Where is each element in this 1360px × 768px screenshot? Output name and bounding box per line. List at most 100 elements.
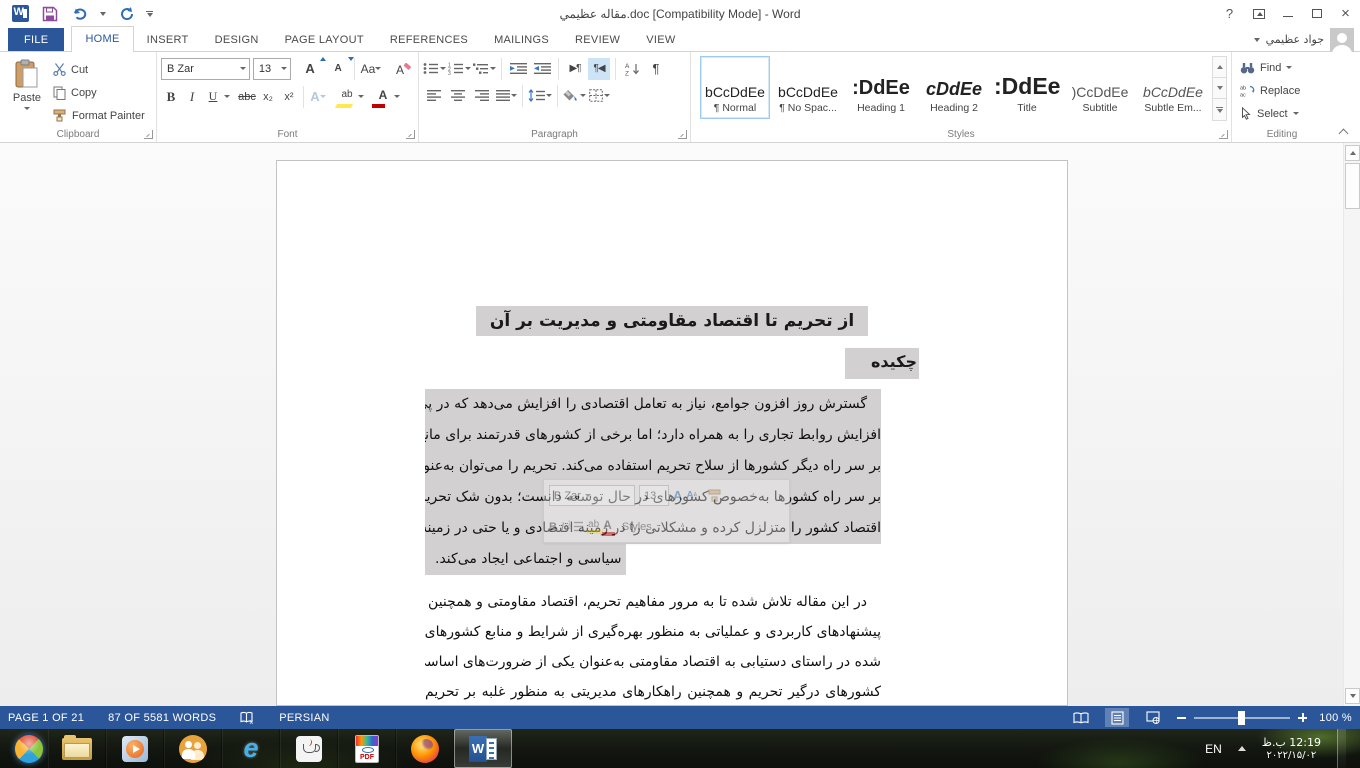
mini-grow-font-button[interactable]: A xyxy=(673,488,682,503)
show-desktop-button[interactable] xyxy=(1337,729,1346,768)
italic-button[interactable]: I xyxy=(182,86,202,108)
doc-line[interactable]: گسترش روز افزون جوامع، نياز به تعامل اقت… xyxy=(425,389,881,420)
underline-dropdown-icon[interactable] xyxy=(224,95,230,98)
subscript-button[interactable]: x₂ xyxy=(258,86,278,108)
text-effects-button[interactable]: A xyxy=(308,86,328,108)
style-subtle-emphasis[interactable]: bCcDdEe Subtle Em... xyxy=(1138,56,1208,119)
doc-heading-line[interactable]: چکيده xyxy=(845,348,919,379)
doc-line[interactable]: بر سر راه ديگر کشورها از سلاح تحريم استف… xyxy=(425,451,881,482)
copy-button[interactable]: Copy xyxy=(50,82,148,103)
style-normal[interactable]: bCcDdEe ¶ Normal xyxy=(700,56,770,119)
underline-button[interactable]: U xyxy=(203,86,223,108)
language-bar[interactable]: EN xyxy=(1205,742,1222,756)
zoom-out-icon[interactable] xyxy=(1177,717,1186,719)
style-no-spacing[interactable]: bCcDdEe ¶ No Spac... xyxy=(773,56,843,119)
multilevel-list-button[interactable] xyxy=(473,58,496,80)
mini-styles-button[interactable]: Styles xyxy=(622,521,652,533)
styles-dialog-launcher[interactable] xyxy=(1219,130,1228,139)
page-indicator[interactable]: PAGE 1 OF 21 xyxy=(8,712,84,724)
mini-bold-button[interactable]: B xyxy=(549,521,557,533)
mini-shrink-font-button[interactable]: A xyxy=(686,490,693,501)
style-title[interactable]: :DdEe Title xyxy=(992,56,1062,119)
style-heading-1[interactable]: :DdEe Heading 1 xyxy=(846,56,916,119)
format-painter-button[interactable]: Format Painter xyxy=(50,105,148,126)
taskbar-pdf-viewer[interactable]: PDF xyxy=(338,729,396,768)
zoom-thumb[interactable] xyxy=(1238,711,1245,725)
help-button[interactable]: ? xyxy=(1215,3,1244,25)
tab-file[interactable]: FILE xyxy=(8,28,64,51)
bullets-button[interactable] xyxy=(423,58,446,80)
minimize-button[interactable] xyxy=(1273,3,1302,25)
align-right-button[interactable] xyxy=(471,85,493,107)
decrease-indent-button[interactable] xyxy=(507,58,529,80)
styles-more-button[interactable] xyxy=(1213,99,1226,120)
rtl-direction-button[interactable]: ¶◀ xyxy=(588,58,610,80)
doc-line[interactable]: کشورهای درگير تحريم و همچنين راهکارهای م… xyxy=(425,677,881,707)
scroll-up-button[interactable] xyxy=(1345,145,1360,161)
mini-highlight-button[interactable]: ab xyxy=(588,519,599,534)
avatar[interactable] xyxy=(1330,28,1354,52)
taskbar-media-player[interactable] xyxy=(106,729,164,768)
tab-view[interactable]: VIEW xyxy=(633,28,688,51)
account-area[interactable]: جواد عظيمي xyxy=(1254,27,1354,52)
find-button[interactable]: Find xyxy=(1240,57,1328,78)
shading-button[interactable] xyxy=(563,85,586,107)
close-button[interactable]: × xyxy=(1331,3,1360,25)
show-hide-marks-button[interactable]: ¶ xyxy=(645,58,667,80)
undo-button[interactable] xyxy=(70,4,90,24)
font-size-combo[interactable]: 13 xyxy=(253,58,291,80)
scroll-down-button[interactable] xyxy=(1345,688,1360,704)
doc-line[interactable]: افزايش روابط تجاری را به همراه دارد؛ اما… xyxy=(425,420,881,451)
sort-button[interactable]: AZ xyxy=(621,58,643,80)
zoom-track[interactable] xyxy=(1194,717,1290,719)
zoom-in-icon[interactable] xyxy=(1298,713,1307,722)
save-button[interactable] xyxy=(40,4,60,24)
align-left-button[interactable] xyxy=(423,85,445,107)
repeat-button[interactable] xyxy=(116,4,136,24)
taskbar-contacts[interactable] xyxy=(164,729,222,768)
doc-line[interactable]: پيشنهادهای کاربردی و عملياتی به منظور به… xyxy=(425,617,881,647)
mini-format-painter-icon[interactable] xyxy=(708,489,722,502)
change-case-button[interactable]: Aa xyxy=(361,58,381,80)
highlight-dropdown-icon[interactable] xyxy=(358,95,364,98)
clear-formatting-button[interactable]: A xyxy=(394,58,414,80)
clipboard-dialog-launcher[interactable] xyxy=(144,130,153,139)
cut-button[interactable]: Cut xyxy=(50,59,148,80)
tab-insert[interactable]: INSERT xyxy=(134,28,202,51)
show-hidden-icons-button[interactable] xyxy=(1238,746,1246,751)
doc-line[interactable]: در اين مقاله تلاش شده تا به مرور مفاهيم … xyxy=(425,587,881,617)
mini-font-family-combo[interactable]: B Zar xyxy=(549,485,635,506)
tab-page-layout[interactable]: PAGE LAYOUT xyxy=(272,28,377,51)
line-spacing-button[interactable] xyxy=(528,85,552,107)
bold-button[interactable]: B xyxy=(161,86,181,108)
web-layout-button[interactable] xyxy=(1141,708,1165,727)
clock[interactable]: 12:19 ب.ظ ۲۰۲۲/۱۵/۰۲ xyxy=(1262,736,1321,762)
align-center-button[interactable] xyxy=(447,85,469,107)
tab-design[interactable]: DESIGN xyxy=(202,28,272,51)
doc-title-line[interactable]: از تحريم تا اقتصاد مقاومتی و مديريت بر آ… xyxy=(277,306,1067,336)
tab-references[interactable]: REFERENCES xyxy=(377,28,481,51)
ltr-direction-button[interactable]: ▶¶ xyxy=(564,58,586,80)
proofing-status-icon[interactable]: x xyxy=(240,711,255,724)
font-dialog-launcher[interactable] xyxy=(406,130,415,139)
print-layout-button[interactable] xyxy=(1105,708,1129,727)
style-heading-2[interactable]: cDdEe Heading 2 xyxy=(919,56,989,119)
justify-button[interactable] xyxy=(495,85,517,107)
styles-scroll-up-button[interactable] xyxy=(1213,57,1226,78)
increase-indent-button[interactable] xyxy=(531,58,553,80)
borders-button[interactable] xyxy=(588,85,610,107)
customize-qat-icon[interactable] xyxy=(146,11,153,17)
mini-numbering-icon[interactable]: 12 xyxy=(568,520,584,533)
language-indicator[interactable]: PERSIAN xyxy=(279,712,329,724)
taskbar-java[interactable] xyxy=(280,729,338,768)
start-button[interactable] xyxy=(10,730,48,768)
document-page[interactable]: از تحريم تا اقتصاد مقاومتی و مديريت بر آ… xyxy=(276,160,1068,706)
mini-toolbar[interactable]: B Zar 13 A A B I 12 ab A Styles xyxy=(543,479,790,543)
tab-home[interactable]: HOME xyxy=(71,26,133,52)
word-logo-icon[interactable]: W xyxy=(10,4,30,24)
ribbon-display-options-button[interactable] xyxy=(1244,3,1273,25)
tab-mailings[interactable]: MAILINGS xyxy=(481,28,562,51)
grow-font-button[interactable]: A xyxy=(300,58,320,80)
undo-dropdown-icon[interactable] xyxy=(100,12,106,16)
strikethrough-button[interactable]: abc xyxy=(237,86,257,108)
